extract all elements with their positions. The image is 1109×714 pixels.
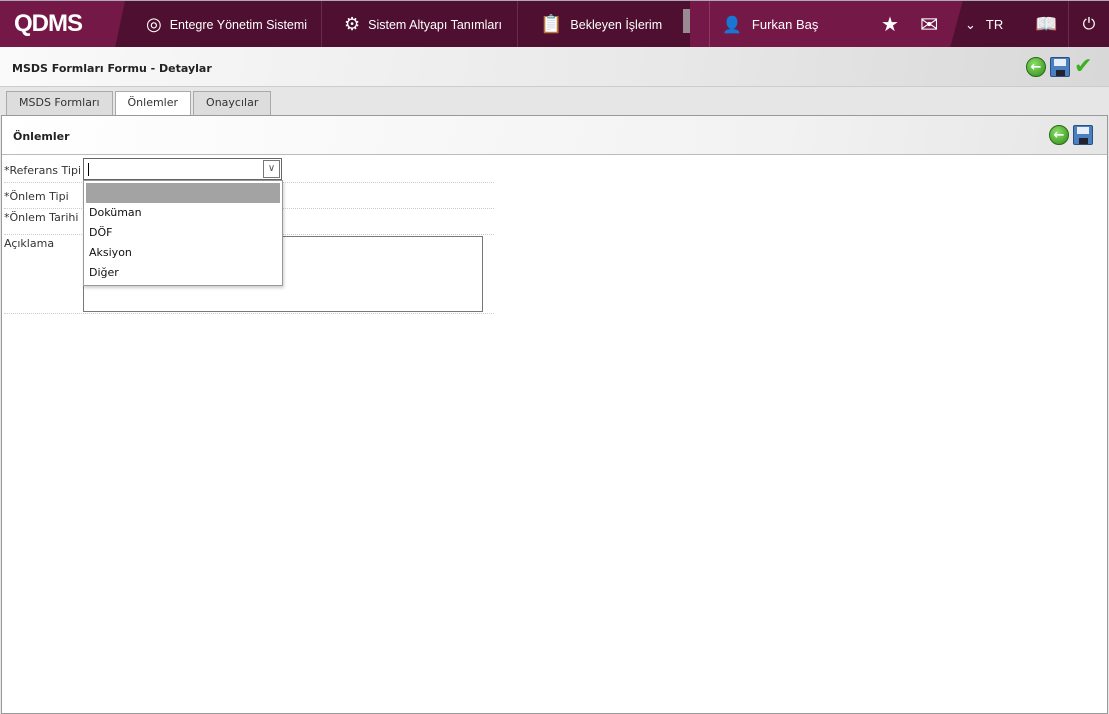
tab-bar: MSDS Formları Önlemler Onaycılar (6, 91, 272, 116)
option-diger[interactable]: Diğer (84, 263, 282, 283)
panel-title: Önlemler (13, 130, 70, 143)
option-aksiyon[interactable]: Aksiyon (84, 243, 282, 263)
option-dokuman[interactable]: Doküman (84, 203, 282, 223)
nav-sistem[interactable]: ⚙ Sistem Altyapı Tanımları (322, 1, 518, 48)
top-bar: QDMS ◎ Entegre Yönetim Sistemi ⚙ Sistem Al… (0, 0, 1109, 48)
back-icon[interactable]: ← (1049, 125, 1069, 145)
mail-icon[interactable]: ✉ (920, 1, 938, 48)
nav-entegre[interactable]: ◎ Entegre Yönetim Sistemi (130, 1, 322, 48)
gear-icon: ⚙ (344, 14, 361, 34)
onlem-tarihi-label: *Önlem Tarihi (4, 211, 79, 224)
referans-tipi-dropdown: Doküman DÖF Aksiyon Diğer (83, 180, 283, 286)
option-dof[interactable]: DÖF (84, 223, 282, 243)
onlemler-panel: Önlemler ← *Referans Tipi *Önlem Tipi *Ö… (1, 115, 1108, 714)
language-select[interactable]: ⌄ TR (965, 1, 1003, 48)
save-icon[interactable] (1050, 57, 1070, 77)
save-icon[interactable] (1073, 125, 1093, 145)
onlem-tipi-label: *Önlem Tipi (4, 190, 69, 203)
qdms-icon: ◎ (146, 14, 162, 34)
nav-bekleyen[interactable]: 📋 Bekleyen İşlerim (518, 1, 678, 48)
power-icon[interactable]: ⏻ (1068, 1, 1109, 48)
logo[interactable]: QDMS (0, 1, 125, 48)
tab-msds-formlari[interactable]: MSDS Formları (6, 91, 113, 115)
title-bar: MSDS Formları Formu - Detaylar ← ✔ (0, 47, 1109, 87)
referans-tipi-select[interactable]: ∨ (83, 158, 282, 180)
page-title: MSDS Formları Formu - Detaylar (12, 62, 212, 75)
option-empty[interactable] (86, 183, 280, 203)
chevron-down-icon[interactable]: ∨ (263, 160, 280, 178)
chevron-down-icon: ⌄ (965, 16, 976, 32)
panel-header: Önlemler ← (2, 116, 1107, 155)
star-icon[interactable]: ★ (881, 1, 899, 48)
user-icon: 👤 (722, 16, 742, 34)
back-icon[interactable]: ← (1026, 57, 1046, 77)
user-menu[interactable]: 👤 Furkan Baş (709, 1, 818, 48)
text-cursor (88, 163, 89, 176)
tab-onaycilar[interactable]: Onaycılar (193, 91, 272, 115)
tab-onlemler[interactable]: Önlemler (114, 91, 192, 116)
check-icon[interactable]: ✔ (1074, 56, 1092, 78)
nav-scrollbar[interactable] (683, 9, 690, 33)
manual-icon[interactable]: 📖 (1035, 1, 1057, 48)
aciklama-label: Açıklama (4, 237, 55, 250)
clipboard-icon: 📋 (540, 14, 563, 34)
referans-tipi-label: *Referans Tipi (4, 164, 81, 177)
